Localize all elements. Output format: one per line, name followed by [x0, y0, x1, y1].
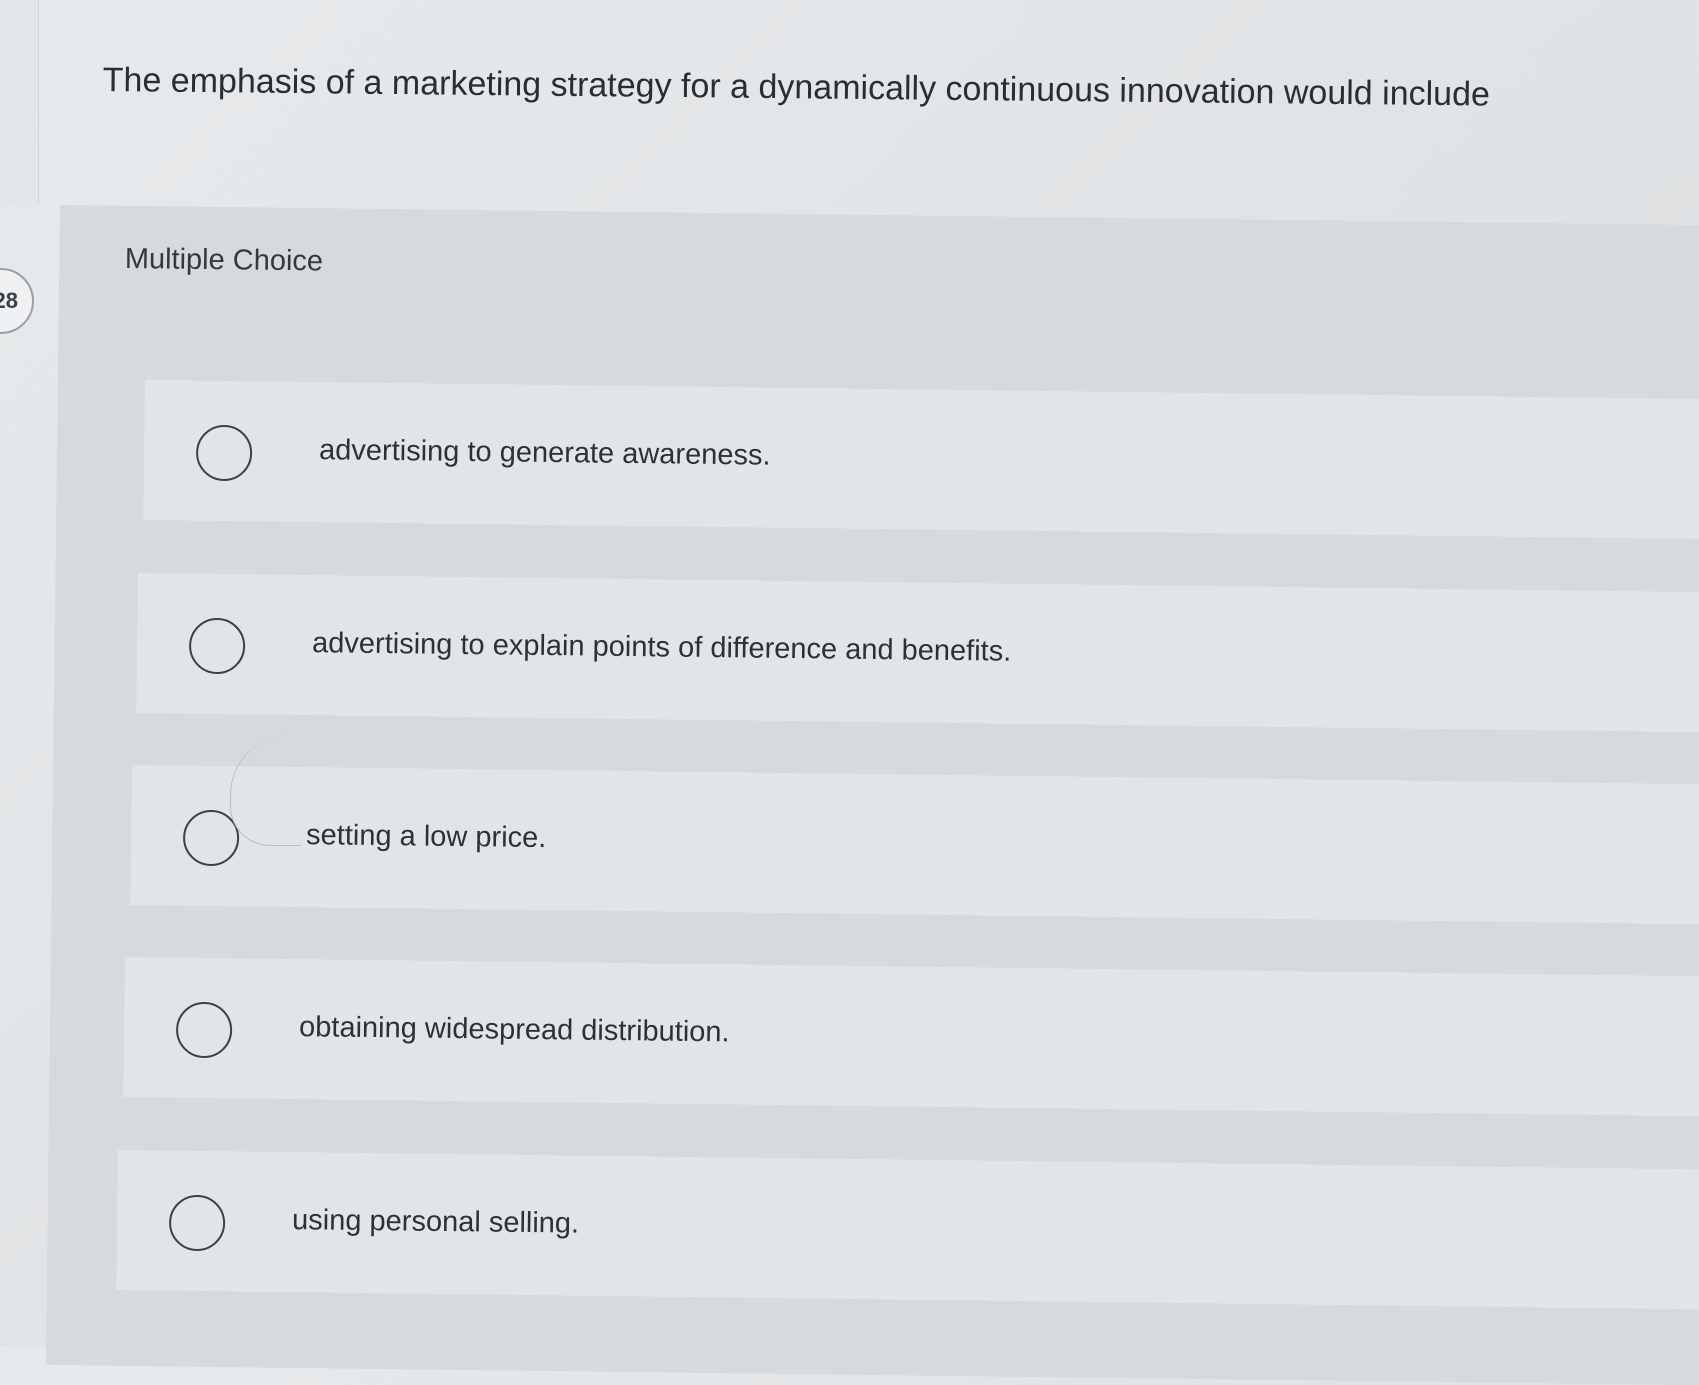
option-row-4[interactable]: obtaining widespread distribution.	[123, 957, 1699, 1117]
radio-button-icon[interactable]	[168, 1194, 226, 1252]
option-row-2[interactable]: advertising to explain points of differe…	[136, 573, 1699, 733]
option-row-1[interactable]: advertising to generate awareness.	[143, 380, 1699, 540]
option-label[interactable]: setting a low price.	[306, 819, 547, 855]
option-label[interactable]: obtaining widespread distribution.	[299, 1011, 730, 1049]
radio-button-icon[interactable]	[182, 809, 240, 867]
option-row-5[interactable]: using personal selling.	[116, 1150, 1699, 1310]
radio-button-icon[interactable]	[188, 617, 246, 675]
quiz-page: { "question": { "number": "28", "text": …	[0, 0, 1699, 1385]
option-label[interactable]: using personal selling.	[292, 1204, 579, 1241]
option-list: advertising to generate awareness. adver…	[0, 0, 1699, 1347]
option-label[interactable]: advertising to explain points of differe…	[312, 627, 1012, 669]
option-label[interactable]: advertising to generate awareness.	[319, 434, 771, 473]
radio-button-icon[interactable]	[195, 424, 253, 482]
radio-button-icon[interactable]	[175, 1001, 233, 1059]
option-row-3[interactable]: setting a low price.	[130, 765, 1699, 925]
